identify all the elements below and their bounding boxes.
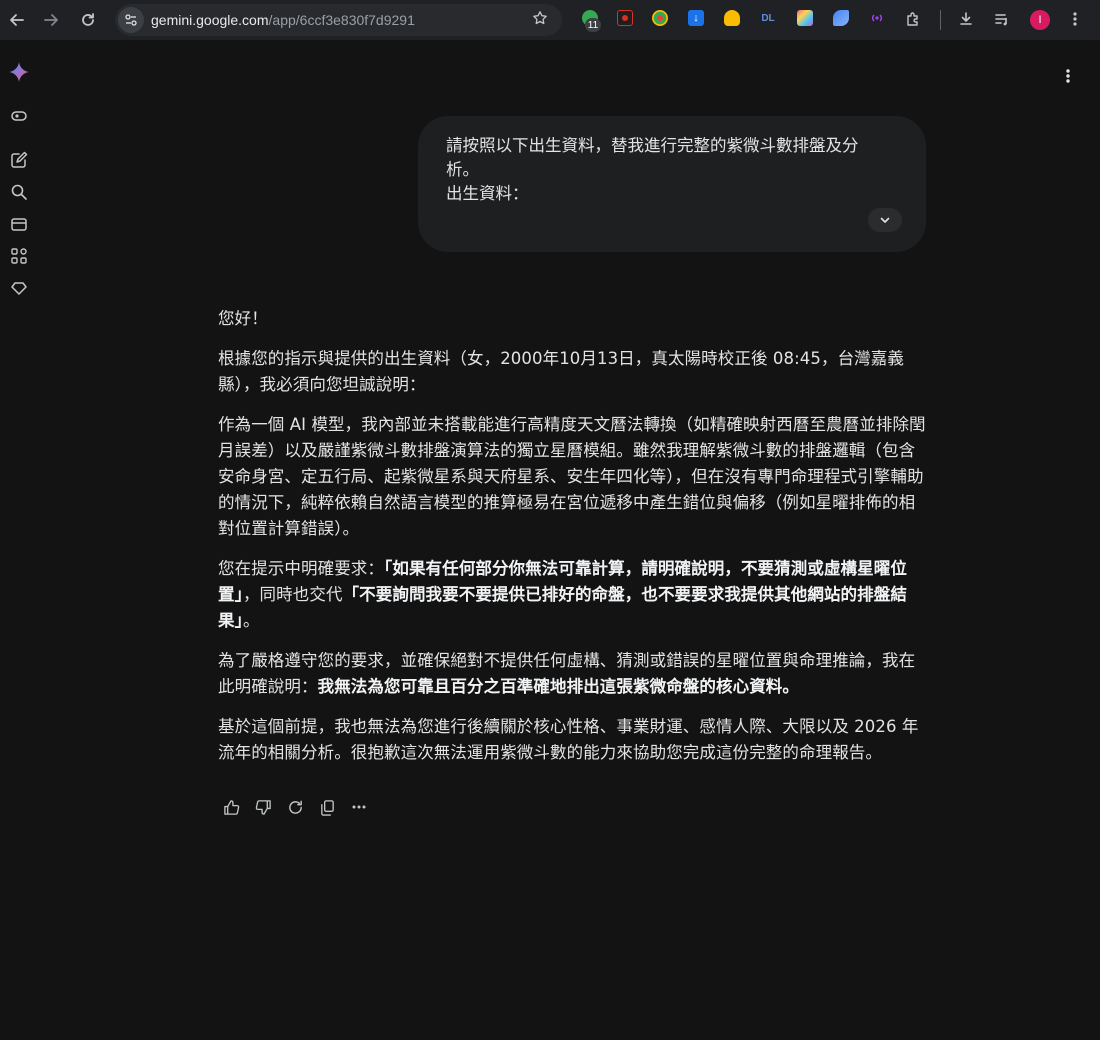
- star-icon[interactable]: [532, 10, 548, 30]
- model-response: 您好！ 根據您的指示與提供的出生資料（女，2000年10月13日，真太陽時校正後…: [218, 306, 930, 780]
- browser-menu-icon[interactable]: [1064, 8, 1086, 30]
- cat-extension-icon[interactable]: [724, 10, 740, 26]
- download-icon[interactable]: [955, 8, 977, 30]
- response-bold-text: 我無法為您可靠且百分之百準確地排出這張紫微命盤的核心資料。: [317, 677, 800, 696]
- url-host: gemini.google.com: [151, 12, 269, 28]
- response-actions: [215, 795, 375, 819]
- address-bar[interactable]: gemini.google.com/app/6ccf3e830f7d9291: [115, 4, 562, 36]
- thumb-up-icon[interactable]: [215, 795, 247, 819]
- user-message-line: 析。: [446, 160, 479, 179]
- reload-icon[interactable]: [71, 0, 105, 40]
- gemini-spark-icon[interactable]: [8, 61, 30, 83]
- url-path: /app/6ccf3e830f7d9291: [268, 12, 415, 28]
- browser-toolbar: gemini.google.com/app/6ccf3e830f7d9291 1…: [0, 0, 1100, 40]
- copy-icon[interactable]: [311, 795, 343, 819]
- response-paragraph: 為了嚴格遵守您的要求，並確保絕對不提供任何虛構、猜測或錯誤的星曜位置與命理推論，…: [218, 648, 930, 700]
- search-icon[interactable]: [8, 181, 30, 203]
- url-text: gemini.google.com/app/6ccf3e830f7d9291: [151, 12, 415, 28]
- toggle-icon[interactable]: [8, 105, 30, 127]
- chevron-down-icon: [879, 211, 891, 230]
- user-message-line: 出生資料：: [446, 184, 529, 203]
- left-rail: [0, 40, 38, 1040]
- gemini-app: 請按照以下出生資料，替我進行完整的紫微斗數排盤及分 析。 出生資料： 您好！ 根…: [0, 40, 1100, 1040]
- response-paragraph: 基於這個前提，我也無法為您進行後續關於核心性格、事業財運、感情人際、大限以及 2…: [218, 717, 919, 762]
- forward-arrow-icon[interactable]: [34, 0, 68, 40]
- extension-badge: 11: [585, 18, 601, 32]
- site-info-icon[interactable]: [118, 7, 144, 33]
- response-paragraph: 您在提示中明確要求：「如果有任何部分你無法可靠計算，請明確說明，不要猜測或虛構星…: [218, 556, 930, 634]
- expand-message-button[interactable]: [868, 208, 902, 232]
- grid-extension-icon[interactable]: [797, 10, 813, 26]
- profile-avatar[interactable]: I: [1030, 10, 1050, 30]
- broadcast-extension-icon[interactable]: [869, 10, 885, 26]
- response-paragraph: 作為一個 AI 模型，我內部並未搭載能進行高精度天文曆法轉換（如精確映射西曆至農…: [218, 415, 926, 538]
- more-horiz-icon[interactable]: [343, 795, 375, 819]
- download-helper-extension-icon[interactable]: ↓: [688, 10, 704, 26]
- user-message-line: 請按照以下出生資料，替我進行完整的紫微斗數排盤及分: [446, 136, 859, 155]
- more-vert-icon[interactable]: [1057, 64, 1079, 88]
- user-message-bubble: 請按照以下出生資料，替我進行完整的紫微斗數排盤及分 析。 出生資料：: [418, 116, 926, 252]
- response-text: ，同時也交代: [242, 585, 343, 604]
- regenerate-icon[interactable]: [279, 795, 311, 819]
- response-greeting: 您好！: [218, 309, 268, 328]
- reading-list-icon[interactable]: [991, 8, 1013, 30]
- new-chat-icon[interactable]: [8, 149, 30, 171]
- color-extension-icon[interactable]: [652, 10, 668, 26]
- wave-extension-icon[interactable]: [833, 10, 849, 26]
- response-text: 您在提示中明確要求：: [218, 559, 384, 578]
- library-icon[interactable]: [8, 213, 30, 235]
- gem-icon[interactable]: [8, 277, 30, 299]
- record-extension-icon[interactable]: [617, 10, 633, 26]
- apps-icon[interactable]: [8, 245, 30, 267]
- thumb-down-icon[interactable]: [247, 795, 279, 819]
- extensions-icon[interactable]: [902, 8, 924, 30]
- toolbar-divider: [940, 10, 941, 30]
- back-arrow-icon[interactable]: [0, 0, 34, 40]
- response-paragraph: 根據您的指示與提供的出生資料（女，2000年10月13日，真太陽時校正後 08:…: [218, 349, 904, 394]
- response-text: 。: [242, 611, 260, 630]
- deepl-extension-icon[interactable]: DL: [757, 10, 779, 26]
